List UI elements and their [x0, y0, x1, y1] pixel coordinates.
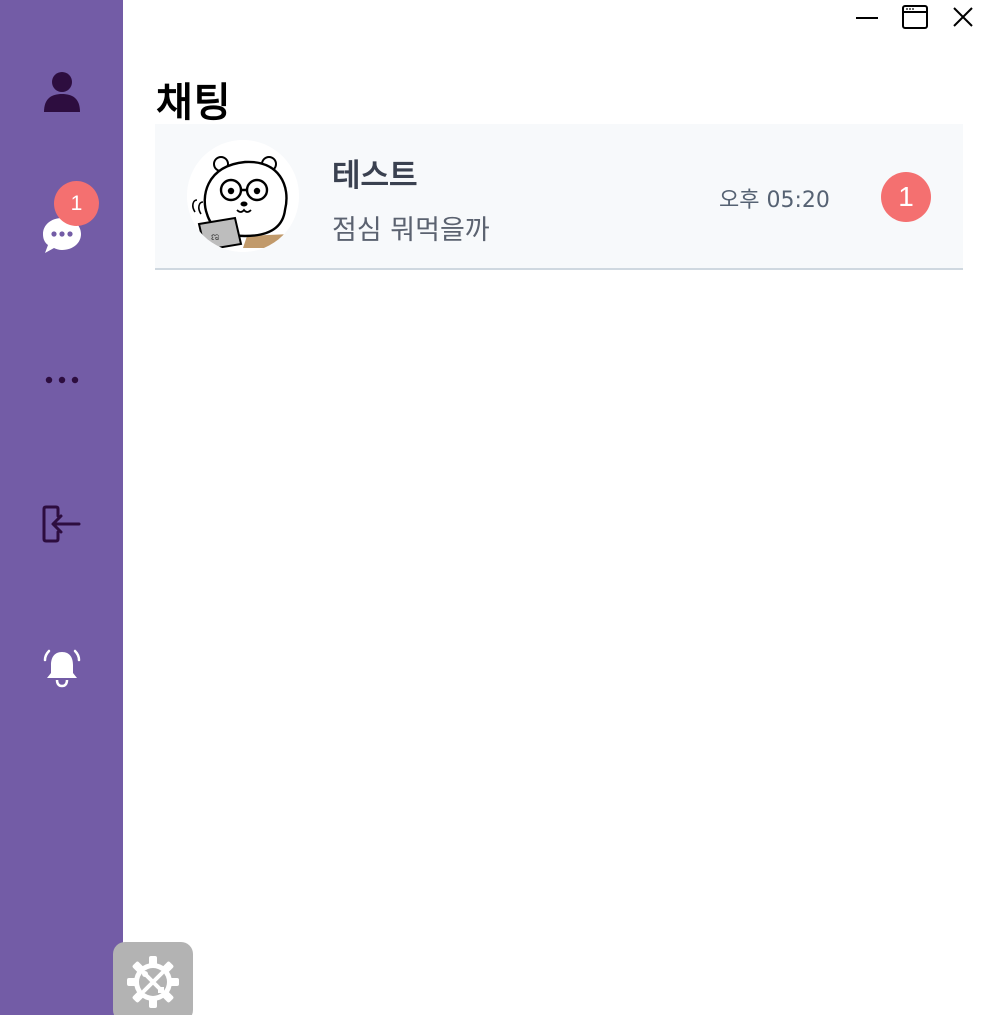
- chat-list: ಣ 테스트 점심 뭐먹을까 오후 05:20 1: [155, 124, 963, 270]
- chat-time: 오후 05:20: [719, 188, 830, 213]
- unread-count-badge: 1: [881, 172, 931, 222]
- close-button[interactable]: [948, 2, 978, 32]
- chat-name: 테스트: [332, 158, 418, 194]
- bell-icon: [43, 649, 80, 688]
- sidebar-item-logout[interactable]: [0, 484, 123, 564]
- maximize-icon: [902, 5, 928, 29]
- bear-with-laptop-avatar: ಣ: [187, 140, 299, 252]
- chat-unread-badge: 1: [54, 181, 99, 226]
- settings-button[interactable]: [113, 942, 193, 1015]
- page-title: 채팅: [156, 80, 232, 126]
- chat-list-item[interactable]: ಣ 테스트 점심 뭐먹을까 오후 05:20 1: [155, 124, 963, 270]
- sidebar-item-more[interactable]: [0, 340, 123, 420]
- minimize-icon: [856, 17, 878, 19]
- sidebar-item-profile[interactable]: [0, 52, 123, 132]
- chat-last-message: 점심 뭐먹을까: [332, 215, 490, 246]
- logout-icon: [42, 505, 80, 543]
- sidebar: 1: [0, 0, 123, 1015]
- gear-tools-icon: [127, 956, 179, 1008]
- avatar: ಣ: [187, 140, 299, 252]
- user-icon: [43, 72, 80, 112]
- close-icon: [953, 7, 973, 27]
- maximize-button[interactable]: [900, 2, 930, 32]
- minimize-button[interactable]: [852, 2, 882, 32]
- svg-text:ಣ: ಣ: [211, 229, 220, 243]
- more-dots-icon: [45, 376, 78, 384]
- sidebar-item-notifications[interactable]: [0, 628, 123, 708]
